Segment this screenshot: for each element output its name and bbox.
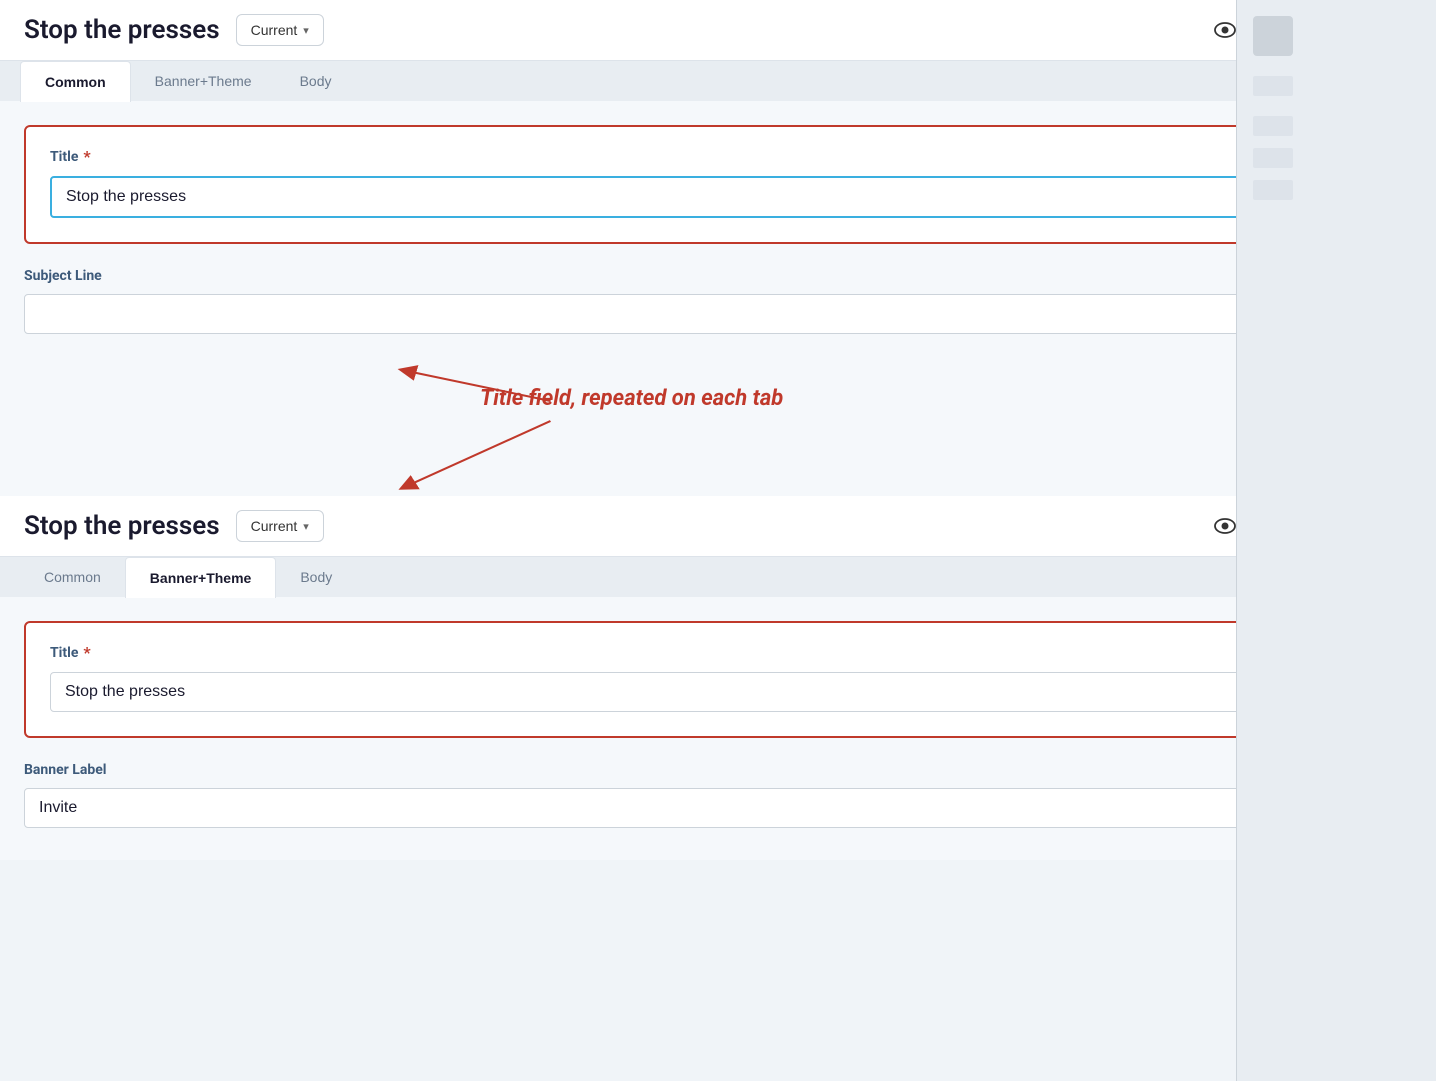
sidebar-item-b2 <box>1253 148 1293 168</box>
panel-1-content: Title * Subject Line <box>0 101 1436 366</box>
version-dropdown-2[interactable]: Current ▾ <box>236 510 324 542</box>
right-sidebar <box>1236 0 1436 1081</box>
annotation-area: Title field, repeated on each tab <box>0 366 1436 496</box>
title-section-1: Title * <box>24 125 1412 244</box>
subject-line-input[interactable] <box>24 294 1412 334</box>
tab-body-2[interactable]: Body <box>276 557 356 597</box>
eye-icon-2 <box>1214 518 1236 534</box>
panel-1: Stop the presses Current ▾ Live Preview <box>0 0 1436 366</box>
panel-2-header: Stop the presses Current ▾ Live Preview <box>0 496 1436 557</box>
sidebar-item-r <box>1253 76 1293 96</box>
title-input-1[interactable] <box>50 176 1386 218</box>
title-input-2[interactable] <box>50 672 1386 712</box>
tabs-bar-1: Common Banner+Theme Body <box>0 61 1436 101</box>
panel-1-header: Stop the presses Current ▾ Live Preview <box>0 0 1436 61</box>
title-required-1: * <box>83 147 90 166</box>
banner-label-label: Banner Label <box>24 762 1412 778</box>
tab-banner-theme-2[interactable]: Banner+Theme <box>125 557 277 598</box>
tab-body-1[interactable]: Body <box>276 61 356 101</box>
title-field-label-1: Title * <box>50 147 1386 166</box>
page-title-2: Stop the presses <box>24 511 220 541</box>
sidebar-item-b1 <box>1253 116 1293 136</box>
tab-banner-theme-1[interactable]: Banner+Theme <box>131 61 276 101</box>
banner-label-input[interactable] <box>24 788 1412 828</box>
eye-icon-1 <box>1214 22 1236 38</box>
title-field-label-2: Title * <box>50 643 1386 662</box>
tab-common-1[interactable]: Common <box>20 61 131 102</box>
panel-2: Stop the presses Current ▾ Live Preview <box>0 496 1436 860</box>
title-required-2: * <box>83 643 90 662</box>
sidebar-item-s <box>1253 16 1293 56</box>
chevron-down-icon-2: ▾ <box>303 520 309 533</box>
version-label-1: Current <box>251 22 298 38</box>
version-label-2: Current <box>251 518 298 534</box>
chevron-down-icon-1: ▾ <box>303 24 309 37</box>
subject-line-label: Subject Line <box>24 268 1412 284</box>
tab-common-2[interactable]: Common <box>20 557 125 597</box>
banner-label-section: Banner Label <box>24 762 1412 828</box>
title-section-2: Title * <box>24 621 1412 738</box>
sidebar-item-b3 <box>1253 180 1293 200</box>
page-title-1: Stop the presses <box>24 15 220 45</box>
annotation-label: Title field, repeated on each tab <box>480 386 783 411</box>
panel-2-content: Title * Banner Label <box>0 597 1436 860</box>
subject-line-section: Subject Line <box>24 268 1412 334</box>
version-dropdown-1[interactable]: Current ▾ <box>236 14 324 46</box>
tabs-bar-2: Common Banner+Theme Body <box>0 557 1436 597</box>
